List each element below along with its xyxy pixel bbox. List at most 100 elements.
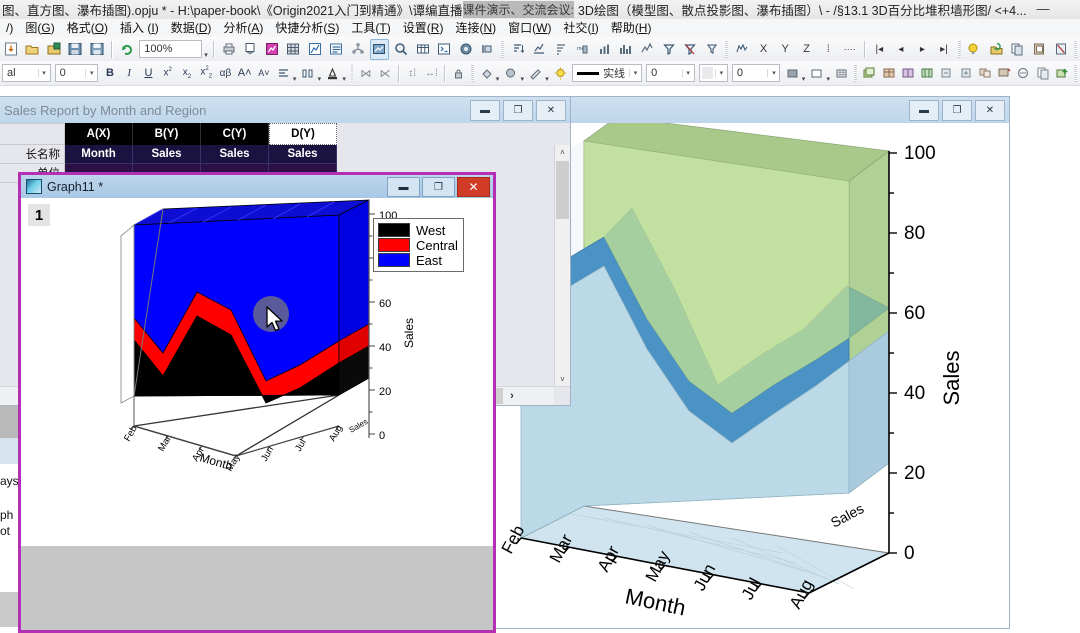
greek-icon[interactable]: αβ: [217, 63, 234, 84]
menu-item-tools[interactable]: 工具(T): [345, 19, 396, 37]
workbook-maximize-button[interactable]: ❐: [503, 100, 533, 121]
scale-in-icon[interactable]: [938, 63, 955, 84]
toolbar-grip-3[interactable]: [957, 40, 961, 58]
column-header-b[interactable]: B(Y): [133, 123, 201, 145]
italic-icon[interactable]: I: [121, 63, 138, 84]
superscript-icon[interactable]: x2: [159, 63, 176, 84]
code-builder-icon[interactable]: [456, 39, 476, 60]
script-window-icon[interactable]: [434, 39, 454, 60]
menu-item-analysis[interactable]: 分析(A): [217, 19, 269, 37]
cell-longname-c[interactable]: Sales: [201, 145, 269, 164]
dots-icon[interactable]: ····: [840, 39, 860, 60]
cell-longname-b[interactable]: Sales: [133, 145, 201, 164]
workbook-minimize-button[interactable]: ▬: [470, 100, 500, 121]
menu-item-data[interactable]: 数据(D): [165, 19, 218, 37]
format-grip-2[interactable]: [471, 64, 474, 82]
arrow-right-icon[interactable]: ▸: [913, 39, 933, 60]
new-matrix-icon[interactable]: [283, 39, 303, 60]
background-maximize-button[interactable]: ❐: [942, 100, 972, 121]
scale-out-icon[interactable]: [957, 63, 974, 84]
text-color-dropdown-arrow[interactable]: ▾: [342, 75, 346, 85]
fill-preview-dropdown-arrow[interactable]: ▾: [714, 69, 727, 77]
menu-item-help[interactable]: 帮助(H): [605, 19, 658, 37]
scroll-up-icon[interactable]: ˄: [555, 145, 570, 160]
new-layout-icon[interactable]: [305, 39, 325, 60]
fill-color-dropdown-arrow[interactable]: ▾: [496, 75, 500, 85]
workbook-close-button[interactable]: ✕: [536, 100, 566, 121]
lamp-icon[interactable]: [965, 39, 985, 60]
sort-icon[interactable]: [508, 39, 528, 60]
border-dropdown-arrow[interactable]: ▾: [827, 75, 831, 85]
fill-pattern-icon[interactable]: [783, 63, 800, 84]
open-excel-icon[interactable]: [44, 39, 64, 60]
background-minimize-button[interactable]: ▬: [909, 100, 939, 121]
print-preview-icon[interactable]: [240, 39, 260, 60]
chevron-down-icon-2[interactable]: ▾: [85, 69, 97, 77]
statistics-icon[interactable]: ᵐᵉ: [573, 39, 593, 60]
fill-preview-combo[interactable]: ▾: [698, 64, 728, 82]
column-header-d[interactable]: D(Y): [269, 123, 337, 145]
decrease-font-icon[interactable]: A˅: [255, 63, 272, 84]
format-grip-3[interactable]: [854, 64, 857, 82]
scroll-right-icon[interactable]: ›: [503, 388, 521, 404]
menu-item-quick-analysis[interactable]: 快捷分析(S): [269, 19, 345, 37]
pattern-icon[interactable]: [502, 63, 519, 84]
subscript-icon[interactable]: x2: [178, 63, 195, 84]
workbook-titlebar[interactable]: Sales Report by Month and Region ▬ ❐ ✕: [0, 97, 570, 123]
super-sub-icon[interactable]: x22: [198, 63, 215, 84]
arrow-left-icon[interactable]: ◂: [891, 39, 911, 60]
command-window-icon[interactable]: [391, 39, 411, 60]
scale-icon[interactable]: ⁞: [818, 39, 838, 60]
refresh-icon[interactable]: [117, 39, 137, 60]
underline-icon[interactable]: U: [140, 63, 157, 84]
rescale-icon[interactable]: [1015, 63, 1032, 84]
save-project-icon[interactable]: [87, 39, 107, 60]
worksheet-vertical-scrollbar[interactable]: ˄ ˅: [554, 145, 570, 387]
line-style-dropdown-arrow[interactable]: ▾: [629, 69, 641, 77]
layer-extract-icon[interactable]: [918, 63, 935, 84]
minimize-button[interactable]: —: [1030, 2, 1056, 17]
align-icon[interactable]: [275, 63, 292, 84]
merge-icon[interactable]: ⋈: [357, 63, 374, 84]
font-family-combo[interactable]: al ▾: [2, 64, 51, 82]
import-icon[interactable]: [1, 39, 21, 60]
line-color-dropdown-arrow[interactable]: ▾: [545, 75, 549, 85]
column-header-a[interactable]: A(X): [65, 123, 133, 145]
line-width-dropdown-arrow[interactable]: ▾: [681, 69, 694, 77]
graph11-close-button[interactable]: ✕: [457, 177, 490, 197]
toolbar-grip-1[interactable]: [501, 40, 504, 58]
layer-arrange-icon[interactable]: [880, 63, 897, 84]
layer-add-icon[interactable]: [861, 63, 878, 84]
menu-item-social[interactable]: 社交(I): [557, 19, 604, 37]
z-axis-icon[interactable]: Z: [797, 39, 817, 60]
new-notes-icon[interactable]: [327, 39, 347, 60]
pointer-icon[interactable]: [732, 39, 752, 60]
speed-mode-icon[interactable]: [995, 63, 1012, 84]
scroll-down-icon[interactable]: ˅: [555, 372, 570, 387]
open-icon[interactable]: [23, 39, 43, 60]
background-close-button[interactable]: ✕: [975, 100, 1005, 121]
project-explorer-icon[interactable]: [348, 39, 368, 60]
clear-filter-icon[interactable]: [680, 39, 700, 60]
worksheet-corner-cell[interactable]: [0, 123, 65, 145]
fill-color-icon[interactable]: [478, 63, 495, 84]
zoom-combo[interactable]: 100%: [139, 40, 203, 58]
toolbar-grip-4[interactable]: [1074, 40, 1078, 58]
menu-item-slash[interactable]: /): [0, 19, 19, 37]
graph11-chart-legend[interactable]: West Central East: [373, 218, 464, 272]
transparency-dropdown-arrow[interactable]: ▾: [767, 69, 779, 77]
line-symbol-icon[interactable]: [637, 39, 657, 60]
rotate-icon[interactable]: [986, 39, 1006, 60]
align-dropdown-arrow[interactable]: ▾: [293, 75, 297, 85]
graph11-titlebar[interactable]: Graph11 * ▬ ❐ ✕: [21, 175, 493, 198]
border-icon[interactable]: [808, 63, 825, 84]
data-filter-icon[interactable]: [702, 39, 722, 60]
menu-item-connect[interactable]: 连接(N): [449, 19, 502, 37]
worksheet-icon[interactable]: [413, 39, 433, 60]
lamp-icon-2[interactable]: [552, 63, 569, 84]
bar-chart-icon[interactable]: [594, 39, 614, 60]
toolbar-grip-2[interactable]: [725, 40, 729, 58]
results-log-icon[interactable]: [369, 38, 390, 60]
format-grip-4[interactable]: [1074, 64, 1077, 82]
menu-item-insert[interactable]: 插入 (I): [114, 19, 165, 37]
